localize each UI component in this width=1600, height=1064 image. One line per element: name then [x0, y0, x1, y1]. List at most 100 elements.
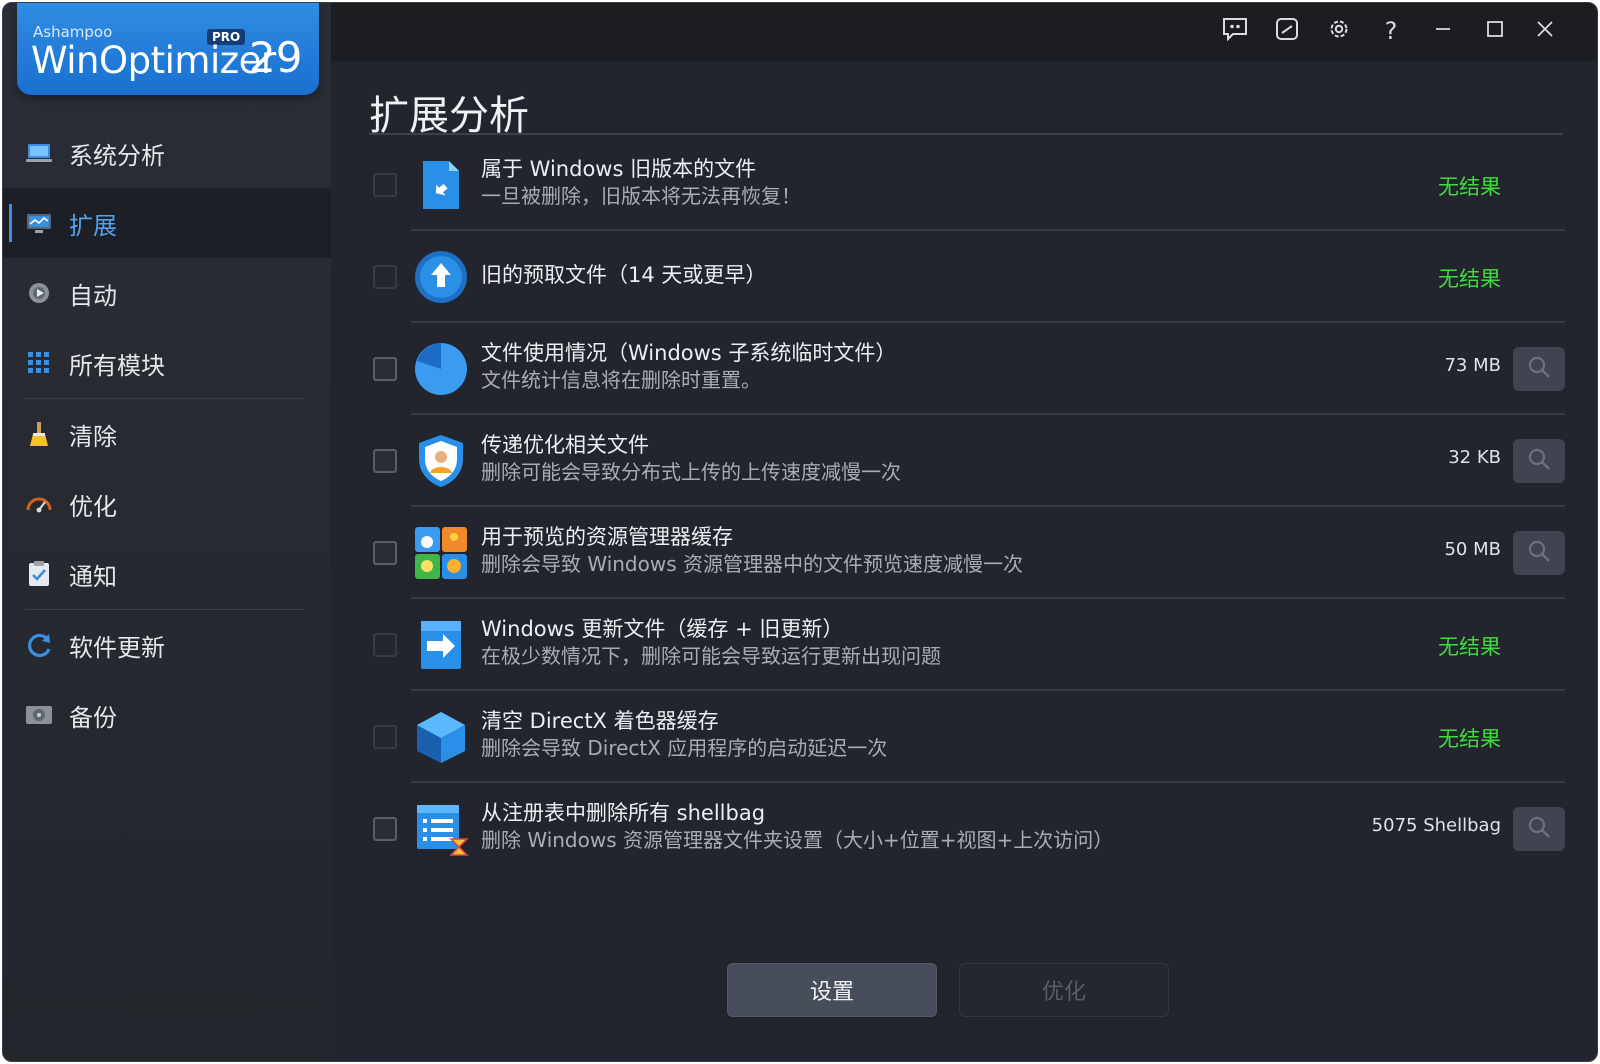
sidebar: Ashampoo PRO WinOptimizer 29 系统分析 扩展 自动 … — [3, 3, 331, 1061]
old-windows-file-icon — [413, 157, 469, 213]
row-text: 文件使用情况（Windows 子系统临时文件） 文件统计信息将在删除时重置。 — [481, 339, 1365, 393]
clipboard-check-icon — [25, 560, 53, 588]
monitor-chart-icon — [25, 209, 53, 237]
row-result: 32 KB — [1448, 447, 1501, 468]
sidebar-item-backup[interactable]: 备份 — [3, 680, 331, 750]
search-icon — [1527, 815, 1551, 843]
sidebar-nav: 系统分析 扩展 自动 所有模块 清除 优化 通知 软件更新 备份 — [3, 118, 331, 750]
title-bar: ? — [331, 3, 1597, 61]
row-checkbox[interactable] — [373, 633, 397, 657]
settings-button[interactable] — [1319, 11, 1359, 51]
sidebar-item-clean[interactable]: 清除 — [3, 399, 331, 469]
broom-icon — [25, 420, 53, 448]
sidebar-item-extended[interactable]: 扩展 — [3, 188, 331, 258]
row-result: 无结果 — [1438, 727, 1501, 751]
row-text: Windows 更新文件（缓存 + 旧更新） 在极少数情况下，删除可能会导致运行… — [481, 615, 1365, 669]
row-title: Windows 更新文件（缓存 + 旧更新） — [481, 617, 844, 641]
row-title: 传递优化相关文件 — [481, 433, 649, 457]
row-title: 文件使用情况（Windows 子系统临时文件） — [481, 341, 897, 365]
row-checkbox[interactable] — [373, 173, 397, 197]
sidebar-item-notifications[interactable]: 通知 — [3, 539, 331, 609]
sidebar-item-label: 所有模块 — [69, 351, 165, 380]
main-content: 扩展分析 属于 Windows 旧版本的文件 一旦被删除，旧版本将无法再恢复！ … — [331, 61, 1597, 1061]
sidebar-item-system-analysis[interactable]: 系统分析 — [3, 118, 331, 188]
row-result: 50 MB — [1444, 539, 1501, 560]
maximize-button[interactable] — [1475, 11, 1515, 51]
directx-cube-icon — [413, 709, 469, 765]
disk-icon — [25, 701, 53, 729]
row-result: 无结果 — [1438, 635, 1501, 659]
row-text: 属于 Windows 旧版本的文件 一旦被删除，旧版本将无法再恢复！ — [481, 155, 1365, 209]
details-button[interactable] — [1513, 807, 1565, 851]
sidebar-item-label: 清除 — [69, 422, 117, 451]
list-item: 从注册表中删除所有 shellbag 删除 Windows 资源管理器文件夹设置… — [369, 783, 1565, 875]
optimize-button[interactable]: 优化 — [959, 963, 1169, 1017]
row-checkbox[interactable] — [373, 449, 397, 473]
row-title: 清空 DirectX 着色器缓存 — [481, 709, 719, 733]
row-title: 旧的预取文件（14 天或更早） — [481, 263, 767, 287]
settings-action-button[interactable]: 设置 — [727, 963, 937, 1017]
row-result: 5075 Shellbag — [1371, 815, 1501, 836]
search-icon — [1527, 447, 1551, 475]
row-checkbox[interactable] — [373, 725, 397, 749]
sidebar-item-label: 自动 — [69, 281, 117, 310]
windows-update-icon — [413, 617, 469, 673]
sidebar-item-label: 软件更新 — [69, 633, 165, 662]
row-title: 从注册表中删除所有 shellbag — [481, 801, 766, 825]
gear-play-icon — [25, 279, 53, 307]
sidebar-item-label: 优化 — [69, 492, 117, 521]
row-checkbox[interactable] — [373, 265, 397, 289]
sidebar-item-label: 通知 — [69, 562, 117, 591]
shield-user-icon — [413, 433, 469, 489]
preview-cache-icon — [413, 525, 469, 581]
list-item: 用于预览的资源管理器缓存 删除会导致 Windows 资源管理器中的文件预览速度… — [369, 507, 1565, 599]
row-description: 删除会导致 DirectX 应用程序的启动延迟一次 — [481, 736, 888, 760]
sidebar-item-label: 扩展 — [69, 211, 117, 240]
refresh-icon — [25, 631, 53, 659]
title-divider — [369, 133, 1563, 135]
search-icon — [1527, 539, 1551, 567]
list-item: Windows 更新文件（缓存 + 旧更新） 在极少数情况下，删除可能会导致运行… — [369, 599, 1565, 691]
laptop-icon — [25, 139, 53, 167]
row-checkbox[interactable] — [373, 817, 397, 841]
list-item: 清空 DirectX 着色器缓存 删除会导致 DirectX 应用程序的启动延迟… — [369, 691, 1565, 783]
gear-icon — [1327, 17, 1351, 45]
minimize-button[interactable] — [1423, 11, 1463, 51]
row-description: 文件统计信息将在删除时重置。 — [481, 368, 761, 392]
search-icon — [1527, 355, 1551, 383]
sidebar-item-label: 备份 — [69, 703, 117, 732]
row-result: 无结果 — [1438, 267, 1501, 291]
row-result: 无结果 — [1438, 175, 1501, 199]
app-window: Ashampoo PRO WinOptimizer 29 系统分析 扩展 自动 … — [2, 2, 1598, 1062]
edit-icon — [1275, 17, 1299, 45]
row-text: 从注册表中删除所有 shellbag 删除 Windows 资源管理器文件夹设置… — [481, 799, 1365, 853]
prefetch-upload-icon — [413, 249, 469, 305]
row-description: 删除 Windows 资源管理器文件夹设置（大小+位置+视图+上次访问） — [481, 828, 1114, 852]
row-checkbox[interactable] — [373, 357, 397, 381]
row-text: 传递优化相关文件 删除可能会导致分布式上传的上传速度减慢一次 — [481, 431, 1365, 485]
close-button[interactable] — [1525, 11, 1565, 51]
sidebar-item-all-modules[interactable]: 所有模块 — [3, 328, 331, 398]
edit-button[interactable] — [1267, 11, 1307, 51]
row-text: 清空 DirectX 着色器缓存 删除会导致 DirectX 应用程序的启动延迟… — [481, 707, 1365, 761]
sidebar-item-optimize[interactable]: 优化 — [3, 469, 331, 539]
module-list: 属于 Windows 旧版本的文件 一旦被删除，旧版本将无法再恢复！ 无结果 旧… — [369, 139, 1565, 875]
details-button[interactable] — [1513, 347, 1565, 391]
list-item: 旧的预取文件（14 天或更早） 无结果 — [369, 231, 1565, 323]
row-result: 73 MB — [1444, 355, 1501, 376]
close-icon — [1536, 20, 1554, 42]
details-button[interactable] — [1513, 439, 1565, 483]
details-button[interactable] — [1513, 531, 1565, 575]
row-description: 在极少数情况下，删除可能会导致运行更新出现问题 — [481, 644, 941, 668]
row-description: 一旦被删除，旧版本将无法再恢复！ — [481, 184, 801, 208]
row-description: 删除会导致 Windows 资源管理器中的文件预览速度减慢一次 — [481, 552, 1023, 576]
pie-chart-icon — [413, 341, 469, 397]
sidebar-item-auto[interactable]: 自动 — [3, 258, 331, 328]
feedback-button[interactable] — [1215, 11, 1255, 51]
sidebar-item-software-update[interactable]: 软件更新 — [3, 610, 331, 680]
row-text: 用于预览的资源管理器缓存 删除会导致 Windows 资源管理器中的文件预览速度… — [481, 523, 1365, 577]
sidebar-item-label: 系统分析 — [69, 141, 165, 170]
help-button[interactable]: ? — [1371, 11, 1411, 51]
row-checkbox[interactable] — [373, 541, 397, 565]
row-title: 用于预览的资源管理器缓存 — [481, 525, 733, 549]
